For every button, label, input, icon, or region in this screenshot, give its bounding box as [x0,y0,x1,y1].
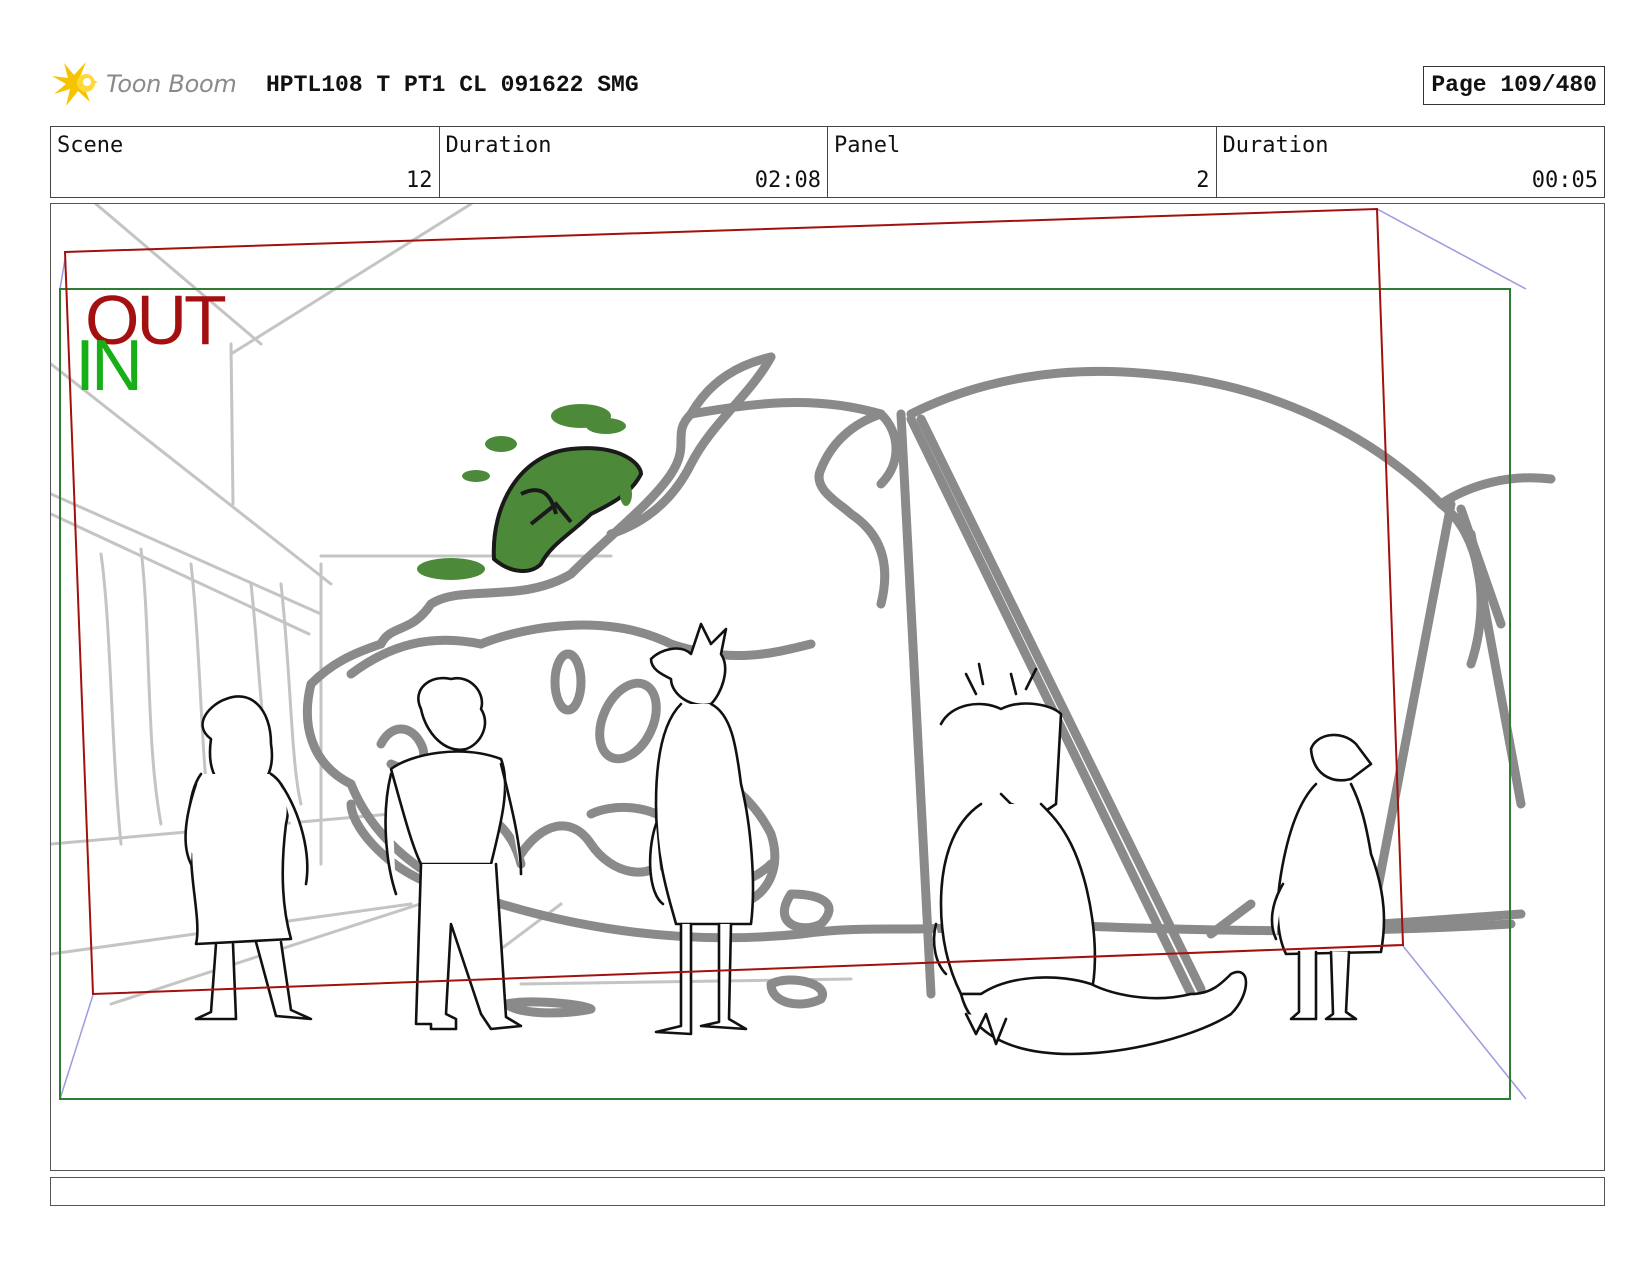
panel-duration-value: 00:05 [1531,168,1598,193]
panel-drawing [51,204,1556,1100]
storyboard-header: Toon Boom HPTL108 T PT1 CL 091622 SMG Pa… [50,58,1605,118]
panel-duration-cell: Duration 00:05 [1217,127,1605,197]
character-right-coat [1270,733,1386,1021]
logo-text: Toon Boom [106,70,237,98]
storyboard-panel: OUT IN [50,203,1605,1171]
camera-move-arrow-top-left [59,258,66,290]
panel-cell: Panel 2 [828,127,1217,197]
camera-move-arrow-bottom-left [59,994,94,1100]
toon-boom-logo: Toon Boom [50,60,237,108]
scene-cell: Scene 12 [51,127,440,197]
scene-duration-value: 02:08 [754,168,821,193]
camera-move-arrow-top-right [1376,208,1527,290]
in-frame-label: IN [75,326,143,406]
scene-number: 12 [406,168,433,193]
starburst-icon [52,62,98,106]
scene-info-table: Scene 12 Duration 02:08 Panel 2 Duration… [50,126,1605,198]
character-two-headed-creature [932,662,1248,1056]
panel-notes-box [50,1177,1605,1206]
page-indicator: Page 109/480 [1423,66,1605,105]
panel-number: 2 [1196,168,1210,193]
panel-duration-label: Duration [1222,133,1329,158]
panel-label: Panel [834,133,901,158]
green-fill-accents [491,446,644,573]
scene-duration-label: Duration [445,133,552,158]
document-title: HPTL108 T PT1 CL 091622 SMG [266,72,639,98]
scene-duration-cell: Duration 02:08 [440,127,828,197]
camera-move-arrow-bottom-right [1402,945,1527,1100]
scene-label: Scene [57,133,124,158]
